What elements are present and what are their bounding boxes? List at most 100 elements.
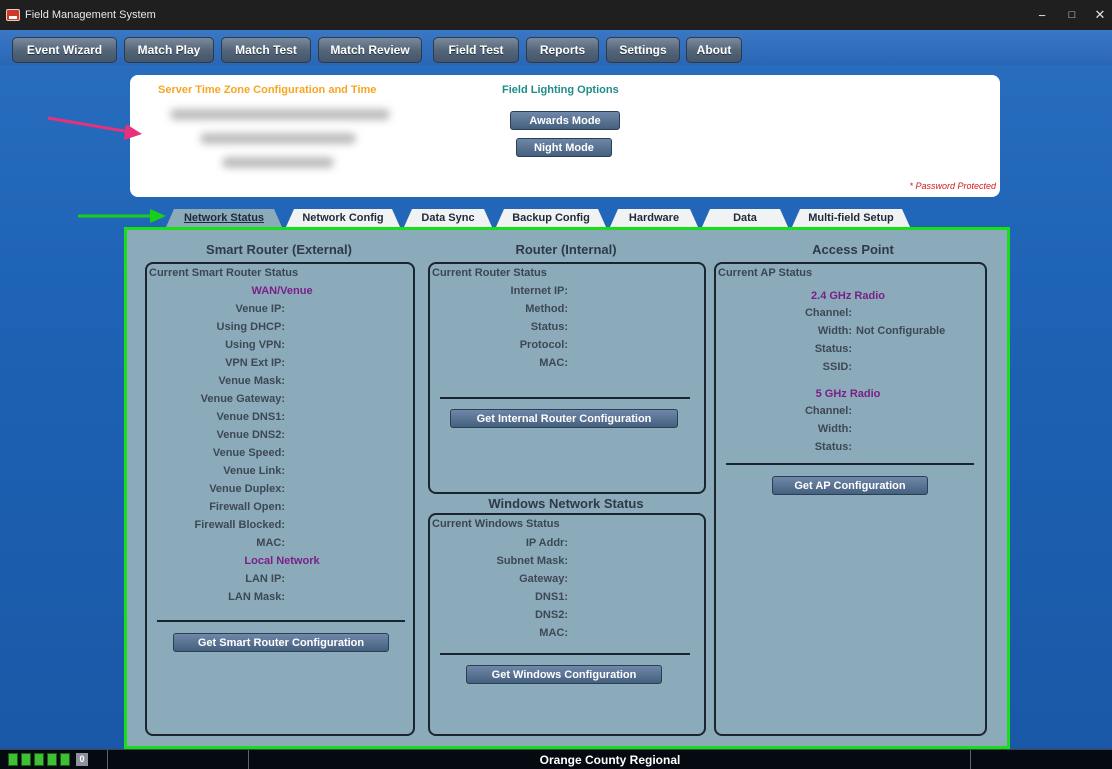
menu-match-play[interactable]: Match Play: [124, 37, 214, 63]
radio24-channel-label: Channel:: [804, 307, 852, 319]
windows-divider: [440, 653, 690, 655]
status-separator: [970, 750, 971, 769]
router-mac-label: MAC:: [539, 357, 568, 369]
wan-venue-heading: WAN/Venue: [251, 285, 313, 297]
status-led-icon: [8, 753, 18, 766]
menu-match-review[interactable]: Match Review: [318, 37, 422, 63]
tab-network-config[interactable]: Network Config: [286, 209, 400, 227]
app-icon: [6, 9, 20, 21]
using-vpn-label: Using VPN:: [225, 339, 285, 351]
get-ap-config-button[interactable]: Get AP Configuration: [772, 476, 928, 495]
dns1-label: DNS1:: [534, 591, 568, 603]
radio24-width-value: Not Configurable: [856, 325, 946, 337]
date-blurred-line: [200, 133, 356, 144]
radio24-status-label: Status:: [814, 343, 852, 355]
title-bar: Field Management System − □ ✕: [0, 0, 1112, 30]
status-separator: [107, 750, 108, 769]
router-box-title: Current Router Status: [432, 267, 547, 279]
method-label: Method:: [525, 303, 568, 315]
radio24-ssid-label: SSID:: [822, 361, 852, 373]
status-led-icon: [47, 753, 57, 766]
gateway-label: Gateway:: [519, 573, 568, 585]
status-separator: [248, 750, 249, 769]
timezone-title: Server Time Zone Configuration and Time: [158, 84, 377, 96]
smart-router-divider: [157, 620, 405, 622]
get-smart-router-config-button[interactable]: Get Smart Router Configuration: [173, 633, 389, 652]
lighting-title: Field Lighting Options: [502, 84, 619, 96]
status-led-icon: [60, 753, 70, 766]
dns2-label: DNS2:: [534, 609, 568, 621]
radio-5ghz-heading: 5 GHz Radio: [815, 388, 881, 400]
status-led-icon: [34, 753, 44, 766]
menu-match-test[interactable]: Match Test: [221, 37, 311, 63]
menu-about[interactable]: About: [686, 37, 742, 63]
tab-data[interactable]: Data: [702, 209, 788, 227]
windows-status-box: Current Windows Status IP Addr: Subnet M…: [428, 513, 706, 736]
get-windows-config-button[interactable]: Get Windows Configuration: [466, 665, 662, 684]
radio5-status-label: Status:: [814, 441, 852, 453]
mac-label: MAC:: [256, 537, 285, 549]
green-arrow-icon: [78, 209, 166, 223]
menu-field-test[interactable]: Field Test: [433, 37, 519, 63]
ap-box-title: Current AP Status: [718, 267, 813, 279]
lan-mask-label: LAN Mask:: [228, 591, 285, 603]
windows-mac-label: MAC:: [539, 627, 568, 639]
venue-ip-label: Venue IP:: [235, 303, 285, 315]
menu-reports[interactable]: Reports: [526, 37, 599, 63]
windows-network-title: Windows Network Status: [488, 496, 644, 511]
status-count: 0: [76, 753, 88, 766]
ap-divider: [726, 463, 974, 465]
radio5-width-label: Width:: [817, 423, 852, 435]
ap-status-box: Current AP Status 2.4 GHz Radio Channel:…: [714, 262, 987, 736]
tab-backup-config[interactable]: Backup Config: [496, 209, 606, 227]
internet-ip-label: Internet IP:: [510, 285, 568, 297]
application-window: Field Management System − □ ✕ Event Wiza…: [0, 0, 1112, 769]
radio5-channel-label: Channel:: [804, 405, 852, 417]
menu-event-wizard[interactable]: Event Wizard: [12, 37, 117, 63]
smart-router-status-box: Current Smart Router Status WAN/Venue Ve…: [145, 262, 415, 736]
router-internal-title: Router (Internal): [515, 242, 617, 257]
status-bar: 0 Orange County Regional: [0, 749, 1112, 769]
radio24-width-label: Width:: [817, 325, 852, 337]
access-point-title: Access Point: [812, 242, 894, 257]
protocol-label: Protocol:: [519, 339, 568, 351]
venue-speed-label: Venue Speed:: [212, 447, 285, 459]
event-name: Orange County Regional: [539, 753, 681, 767]
firewall-blocked-label: Firewall Blocked:: [194, 519, 285, 531]
venue-dns1-label: Venue DNS1:: [216, 411, 285, 423]
venue-gateway-label: Venue Gateway:: [200, 393, 285, 405]
status-led-icon: [21, 753, 31, 766]
night-mode-button[interactable]: Night Mode: [516, 138, 612, 157]
menu-settings[interactable]: Settings: [606, 37, 680, 63]
tab-data-sync[interactable]: Data Sync: [404, 209, 492, 227]
firewall-open-label: Firewall Open:: [209, 501, 285, 513]
windows-box-title: Current Windows Status: [432, 518, 560, 530]
router-status-box: Current Router Status Internet IP: Metho…: [428, 262, 706, 494]
tab-multi-field-setup[interactable]: Multi-field Setup: [792, 209, 910, 227]
subnet-mask-label: Subnet Mask:: [496, 555, 568, 567]
using-dhcp-label: Using DHCP:: [216, 321, 285, 333]
password-protected-note: * Password Protected: [909, 181, 996, 191]
router-status-label: Status:: [530, 321, 568, 333]
smart-router-title: Smart Router (External): [206, 242, 352, 257]
vpn-ext-ip-label: VPN Ext IP:: [225, 357, 285, 369]
network-status-panel: Smart Router (External) Current Smart Ro…: [124, 227, 1010, 749]
ip-addr-label: IP Addr:: [525, 537, 568, 549]
venue-dns2-label: Venue DNS2:: [216, 429, 285, 441]
timezone-blurred-line: [170, 109, 390, 120]
menu-bar: Event Wizard Match Play Match Test Match…: [0, 30, 1112, 65]
tab-network-status[interactable]: Network Status: [166, 209, 282, 227]
lan-ip-label: LAN IP:: [245, 573, 285, 585]
time-blurred-line: [222, 157, 334, 168]
pink-arrow-icon: [47, 116, 142, 140]
venue-link-label: Venue Link:: [223, 465, 285, 477]
smart-router-box-title: Current Smart Router Status: [149, 267, 299, 279]
window-title: Field Management System: [25, 9, 156, 21]
top-panel: Server Time Zone Configuration and Time …: [130, 75, 1000, 197]
get-internal-router-config-button[interactable]: Get Internal Router Configuration: [450, 409, 678, 428]
awards-mode-button[interactable]: Awards Mode: [510, 111, 620, 130]
close-button[interactable]: ✕: [1082, 0, 1112, 30]
venue-mask-label: Venue Mask:: [218, 375, 285, 387]
local-network-heading: Local Network: [244, 555, 320, 567]
tab-hardware[interactable]: Hardware: [610, 209, 698, 227]
